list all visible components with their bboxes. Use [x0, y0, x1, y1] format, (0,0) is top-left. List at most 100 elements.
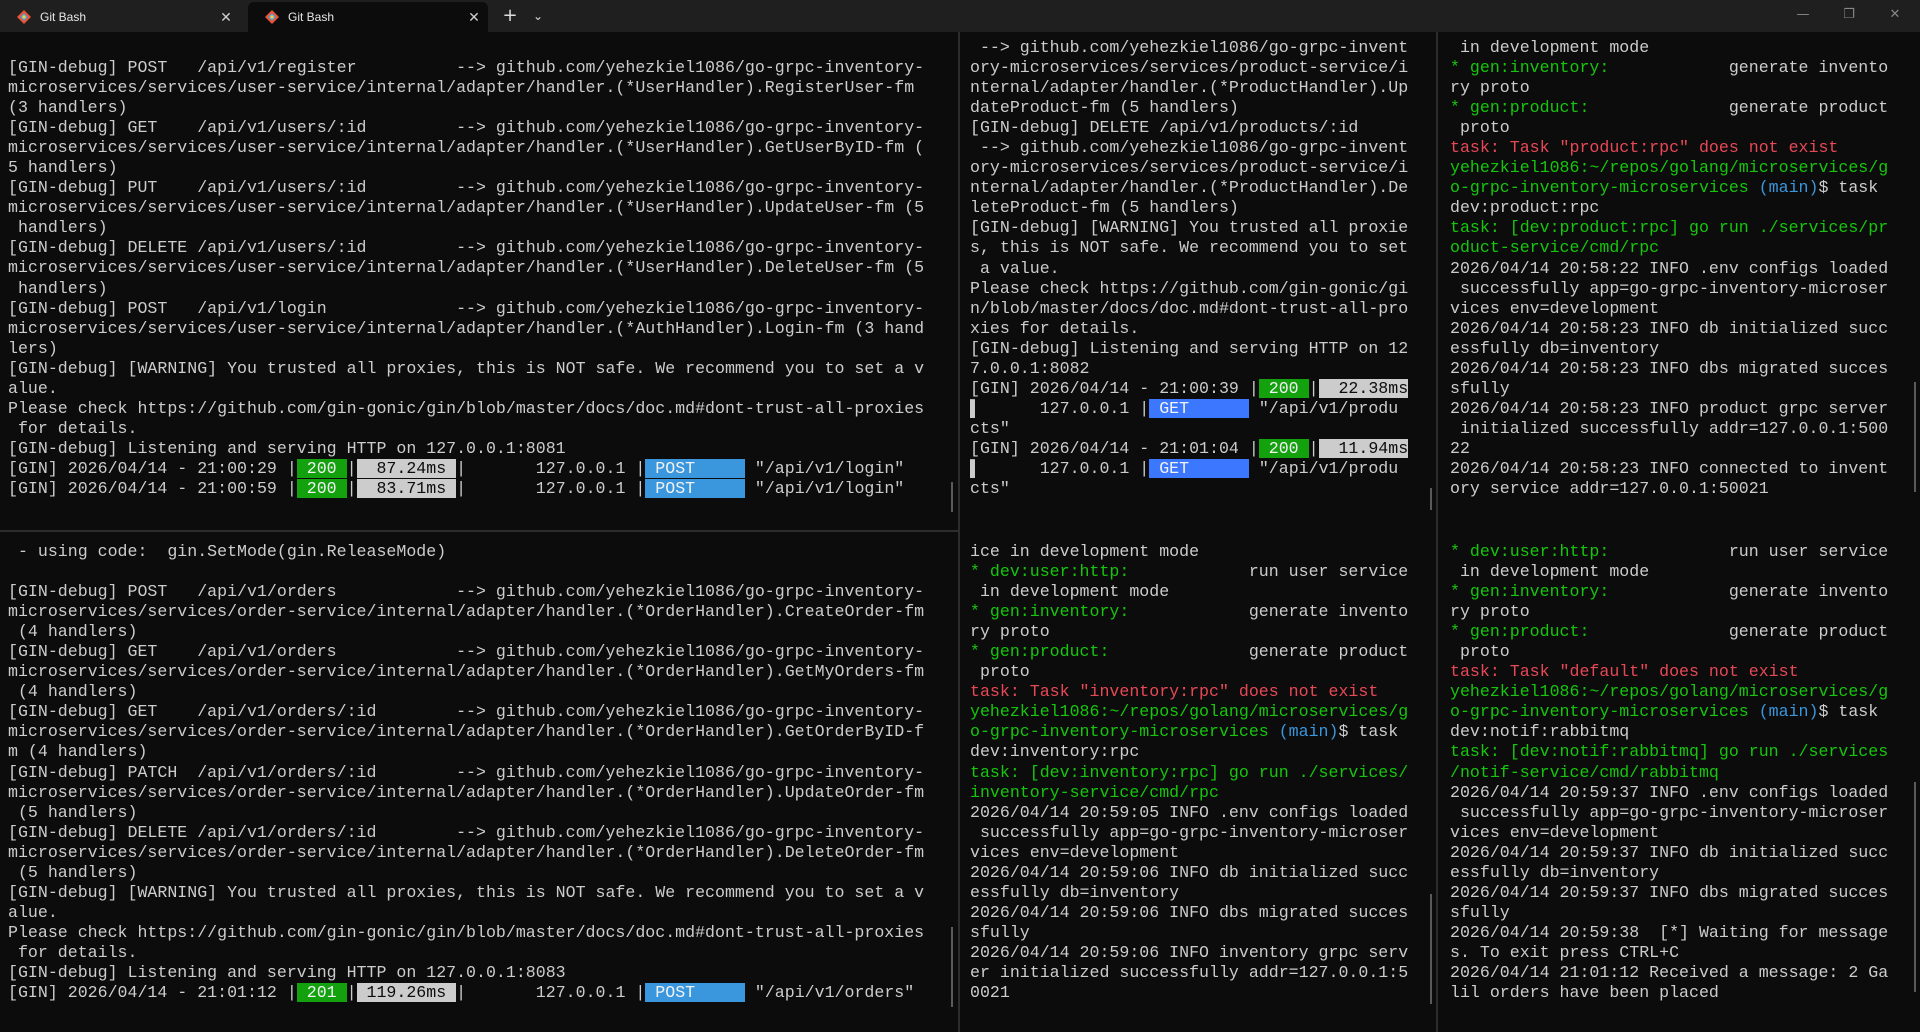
log-separator: | [346, 458, 357, 478]
terminal-line: lil orders have been placed [1450, 983, 1719, 1003]
terminal-line: microservices/services/user-service/inte… [8, 198, 925, 218]
scrollbar[interactable] [951, 927, 953, 1007]
new-tab-button[interactable]: + [498, 4, 522, 28]
scrollbar[interactable] [1914, 382, 1916, 492]
terminal-line: Please check https://github.com/gin-goni… [8, 922, 925, 942]
terminal-line: alue. [8, 902, 58, 922]
git-bash-logo-icon [17, 10, 31, 24]
client-ip: 127.0.0.1 | [979, 398, 1150, 418]
terminal-output: * dev:user:http: run user service in dev… [1438, 532, 1920, 1032]
method-badge: POST [645, 983, 745, 1003]
terminal-line: microservices/services/order-service/int… [8, 842, 925, 862]
terminal-line: for details. [8, 418, 138, 438]
terminal-line: microservices/services/user-service/inte… [8, 318, 925, 338]
terminal-line: s, this is NOT safe. We recommend you to… [970, 238, 1409, 258]
tab-title: Git Bash [40, 10, 87, 24]
latency-badge: 119.26ms [356, 983, 457, 1003]
tab-dropdown-icon[interactable]: ⌄ [528, 4, 548, 28]
scrollbar[interactable] [1914, 782, 1916, 992]
terminal-line: oduct-service/cmd/rpc [1450, 238, 1660, 258]
close-window-button[interactable]: ✕ [1872, 0, 1918, 32]
latency-badge: 87.24ms [356, 458, 457, 478]
terminal-output: ice in development mode * dev:user:http:… [960, 532, 1436, 1003]
terminal-line: essfully db=inventory [1450, 338, 1660, 358]
terminal-line: xies for details. [970, 318, 1140, 338]
latency-badge: 22.38ms [1318, 378, 1409, 398]
log-prefix: [GIN] 2026/04/14 - 21:01:12 | [8, 983, 297, 1003]
git-branch: (main) [1748, 178, 1819, 198]
terminal-line: 2026/04/14 20:59:06 INFO inventory grpc … [970, 942, 1409, 962]
method-badge: POST [645, 478, 745, 498]
terminal-line: a value. [970, 258, 1060, 278]
terminal-line: * gen:product: [970, 642, 1110, 662]
scrollbar[interactable] [1430, 894, 1432, 1004]
terminal-pane-product-service[interactable]: --> github.com/yehezkiel1086/go-grpc-inv… [960, 32, 1436, 530]
terminal-text: $ task [1818, 702, 1879, 722]
request-path: cts" [970, 418, 1010, 438]
terminal-line: Please check https://github.com/gin-goni… [970, 278, 1409, 298]
terminal-pane-user-service[interactable]: [GIN-debug] POST /api/v1/register --> gi… [0, 32, 958, 530]
terminal-output: in development mode * gen:inventory: gen… [1438, 32, 1920, 530]
terminal-line: microservices/services/order-service/int… [8, 722, 925, 742]
terminal-line: handlers) [8, 278, 108, 298]
terminal-line: task: [dev:product:rpc] go run ./service… [1450, 218, 1889, 238]
tab-git-bash-1[interactable]: Git Bash ✕ [0, 2, 240, 32]
terminal-line: microservices/services/user-service/inte… [8, 138, 925, 158]
log-marker: ▌ [970, 458, 980, 478]
tab-git-bash-2[interactable]: Git Bash ✕ [248, 2, 488, 32]
terminal-line: successfully app=go-grpc-inventory-micro… [970, 822, 1409, 842]
request-path: "/api/v1/produ [1248, 458, 1399, 478]
terminal-line: ry proto [1450, 78, 1530, 98]
request-path: "/api/v1/produ [1248, 398, 1399, 418]
status-badge: 200 [296, 458, 347, 478]
terminal-text: $ task [1338, 722, 1399, 742]
terminal-line: alue. [8, 378, 58, 398]
terminal-line: microservices/services/order-service/int… [8, 662, 925, 682]
terminal-line: yehezkiel1086:~/repos/golang/microservic… [1450, 682, 1889, 702]
terminal-line: 2026/04/14 20:59:06 INFO db initialized … [970, 862, 1409, 882]
terminal-line: * dev:user:http: [1450, 542, 1610, 561]
terminal-pane-order-service[interactable]: - using code: gin.SetMode(gin.ReleaseMod… [0, 532, 958, 1032]
terminal-line: 0021 [970, 983, 1010, 1003]
terminal-pane-product-rpc[interactable]: in development mode * gen:inventory: gen… [1438, 32, 1920, 530]
terminal-line: [GIN-debug] POST /api/v1/register --> gi… [8, 58, 925, 77]
terminal-line: successfully app=go-grpc-inventory-micro… [1450, 278, 1889, 298]
terminal-line: [GIN-debug] DELETE /api/v1/products/:id [970, 118, 1359, 138]
minimize-button[interactable]: — [1780, 0, 1826, 32]
terminal-line: 2026/04/14 20:59:37 INFO db initialized … [1450, 842, 1889, 862]
terminal-line: 2026/04/14 20:59:37 INFO dbs migrated su… [1450, 882, 1889, 902]
log-prefix: [GIN] 2026/04/14 - 21:00:39 | [970, 378, 1259, 398]
terminal-line: ice in development mode [970, 542, 1200, 561]
terminal-line: microservices/services/order-service/int… [8, 602, 925, 622]
terminal-line: [GIN-debug] DELETE /api/v1/users/:id -->… [8, 238, 925, 258]
tab-close-icon[interactable]: ✕ [212, 9, 240, 26]
terminal-line: [GIN-debug] GET /api/v1/orders --> githu… [8, 642, 925, 662]
terminal-line: ory-microservices/services/product-servi… [970, 158, 1409, 178]
git-branch: (main) [1268, 722, 1339, 742]
terminal-line: er initialized successfully addr=127.0.0… [970, 962, 1409, 982]
terminal-line: 2026/04/14 20:58:23 INFO db initialized … [1450, 318, 1889, 338]
tab-bar: Git Bash ✕ Git Bash ✕ + ⌄ — ❐ ✕ [0, 0, 1920, 32]
terminal-line: [GIN-debug] DELETE /api/v1/orders/:id --… [8, 822, 925, 842]
status-badge: 200 [1258, 378, 1309, 398]
terminal-line: * gen:product: [1450, 622, 1590, 642]
scrollbar[interactable] [951, 482, 953, 512]
maximize-button[interactable]: ❐ [1826, 0, 1872, 32]
client-ip: | 127.0.0.1 | [456, 458, 646, 478]
terminal-line: --> github.com/yehezkiel1086/go-grpc-inv… [970, 138, 1409, 158]
terminal-text: generate product [1109, 642, 1409, 662]
terminal-line: (4 handlers) [8, 622, 138, 642]
scrollbar[interactable] [1430, 488, 1432, 510]
log-separator: | [1308, 438, 1319, 458]
terminal-line: microservices/services/user-service/inte… [8, 258, 925, 278]
terminal-line: * dev:user:http: [970, 562, 1130, 582]
terminal-line: sfully [1450, 902, 1510, 922]
status-badge: 200 [296, 478, 347, 498]
terminal-pane-notif-rabbitmq[interactable]: * dev:user:http: run user service in dev… [1438, 532, 1920, 1032]
terminal-line: sfully [970, 922, 1030, 942]
terminal-pane-inventory-rpc[interactable]: ice in development mode * dev:user:http:… [960, 532, 1436, 1032]
log-separator: | [346, 478, 357, 498]
terminal-line: 2026/04/14 20:59:37 INFO .env configs lo… [1450, 782, 1889, 802]
terminal-line: yehezkiel1086:~/repos/golang/microservic… [1450, 158, 1889, 178]
tab-close-icon[interactable]: ✕ [460, 9, 488, 26]
